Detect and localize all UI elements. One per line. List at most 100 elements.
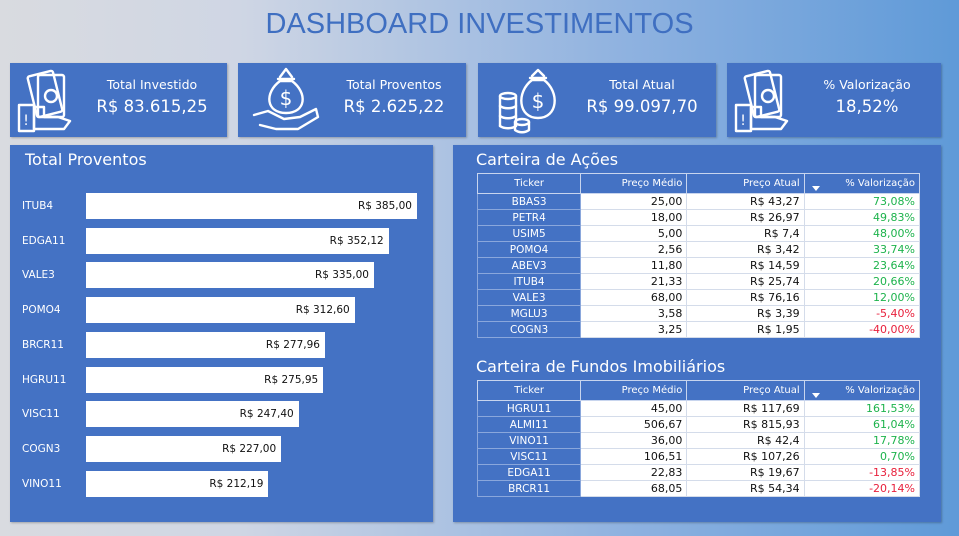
kpi-value: R$ 99.097,70 — [586, 97, 698, 116]
cell-valorizacao: -5,40% — [803, 305, 921, 322]
bar[interactable]: R$ 385,00 — [86, 193, 417, 219]
cell-ticker: POMO4 — [476, 241, 582, 258]
cell-preco-medio: 36,00 — [580, 432, 688, 449]
cell-ticker: ALMI11 — [476, 416, 582, 433]
kpi-label: Total Investido — [106, 77, 198, 92]
table-row[interactable]: COGN3 3,25 R$ 1,95 -40,00% — [476, 321, 921, 338]
cell-valorizacao: -40,00% — [803, 321, 921, 338]
cell-valorizacao: 20,66% — [803, 273, 921, 290]
bar-value-label: R$ 275,95 — [264, 373, 319, 386]
bar[interactable]: R$ 312,60 — [86, 297, 355, 324]
table-row[interactable]: HGRU11 45,00 R$ 117,69 161,53% — [476, 400, 921, 417]
bar[interactable]: R$ 275,95 — [86, 366, 324, 393]
cell-valorizacao: 33,74% — [803, 241, 921, 258]
column-header-valorizacao[interactable]: % Valorização — [803, 173, 921, 194]
bar[interactable]: R$ 247,40 — [86, 401, 299, 428]
table-row[interactable]: POMO4 2,56 R$ 3,42 33,74% — [476, 241, 921, 258]
bar[interactable]: R$ 277,96 — [86, 331, 325, 358]
bar-category-label: EDGA11 — [22, 234, 66, 247]
money-hand-icon: ! — [734, 69, 789, 133]
table-row[interactable]: ALMI11 506,67 R$ 815,93 61,04% — [476, 416, 921, 433]
table-row[interactable]: VISC11 106,51 R$ 107,26 0,70% — [476, 448, 921, 465]
kpi-value: R$ 83.615,25 — [96, 97, 208, 116]
table-row[interactable]: VALE3 68,00 R$ 76,16 12,00% — [476, 289, 921, 306]
bar-value-label: R$ 212,19 — [209, 477, 264, 490]
bar[interactable]: R$ 335,00 — [86, 262, 374, 289]
bar-value-label: R$ 277,96 — [265, 338, 320, 351]
kpi-value: R$ 2.625,22 — [343, 97, 445, 116]
bar-category-label: POMO4 — [22, 304, 61, 317]
cell-preco-medio: 68,05 — [580, 480, 688, 497]
table-row[interactable]: EDGA11 22,83 R$ 19,67 -13,85% — [476, 464, 921, 481]
bar-value-label: R$ 352,12 — [329, 234, 384, 247]
sort-descending-icon[interactable] — [811, 393, 820, 398]
acoes-table: Ticker Preço Médio Preço Atual % Valoriz… — [476, 173, 921, 338]
bar-category-label: HGRU11 — [22, 373, 67, 386]
cell-preco-atual: R$ 25,74 — [686, 273, 805, 290]
money-bag-hand-icon: $ — [252, 67, 320, 131]
column-header-preco-medio[interactable]: Preço Médio — [580, 173, 688, 194]
cell-preco-medio: 68,00 — [580, 289, 688, 306]
column-header-ticker[interactable]: Ticker — [476, 173, 582, 194]
money-hand-icon: ! — [17, 69, 72, 133]
table-row[interactable]: PETR4 18,00 R$ 26,97 49,83% — [476, 209, 921, 226]
column-header-preco-medio[interactable]: Preço Médio — [580, 380, 688, 401]
bar-category-label: VISC11 — [22, 408, 60, 421]
bar[interactable]: R$ 227,00 — [86, 435, 282, 462]
cell-preco-atual: R$ 107,26 — [686, 448, 805, 465]
cell-preco-atual: R$ 7,4 — [686, 225, 805, 242]
column-header-label: % Valorização — [845, 385, 915, 396]
cell-preco-medio: 5,00 — [580, 225, 688, 242]
cell-valorizacao: 48,00% — [803, 225, 921, 242]
bar-category-label: ITUB4 — [22, 200, 54, 212]
cell-ticker: PETR4 — [476, 209, 582, 226]
bar[interactable]: R$ 212,19 — [86, 470, 269, 497]
kpi-card-total-atual: $ Total Atual R$ 99.097,70 — [478, 63, 716, 137]
cell-preco-atual: R$ 1,95 — [686, 321, 805, 338]
bar-value-label: R$ 312,60 — [295, 304, 350, 317]
cell-preco-atual: R$ 43,27 — [686, 193, 805, 210]
sort-descending-icon[interactable] — [811, 186, 820, 191]
cell-valorizacao: -20,14% — [803, 480, 921, 497]
table-row[interactable]: VINO11 36,00 R$ 42,4 17,78% — [476, 432, 921, 449]
cell-valorizacao: 61,04% — [803, 416, 921, 433]
proventos-panel: Total Proventos ITUB4 R$ 385,00 EDGA11 R$ 3… — [10, 145, 433, 522]
bar[interactable]: R$ 352,12 — [86, 227, 389, 254]
cell-ticker: COGN3 — [476, 321, 582, 338]
table-row[interactable]: ITUB4 21,33 R$ 25,74 20,66% — [476, 273, 921, 290]
cell-preco-medio: 18,00 — [580, 209, 688, 226]
table-row[interactable]: BBAS3 25,00 R$ 43,27 73,08% — [476, 193, 921, 210]
kpi-label: Total Atual — [609, 77, 675, 92]
column-header-valorizacao[interactable]: % Valorização — [803, 380, 921, 401]
svg-text:!: ! — [23, 113, 29, 129]
bar-value-label: R$ 227,00 — [222, 442, 277, 455]
money-bag-coins-icon: $ — [498, 68, 556, 134]
column-header-preco-atual[interactable]: Preço Atual — [686, 380, 805, 401]
svg-text:$: $ — [280, 86, 293, 110]
table-row[interactable]: USIM5 5,00 R$ 7,4 48,00% — [476, 225, 921, 242]
cell-preco-atual: R$ 815,93 — [686, 416, 805, 433]
kpi-label: % Valorização — [823, 77, 911, 92]
column-header-preco-atual[interactable]: Preço Atual — [686, 173, 805, 194]
cell-ticker: EDGA11 — [476, 464, 582, 481]
table-row[interactable]: MGLU3 3,58 R$ 3,39 -5,40% — [476, 305, 921, 322]
cell-ticker: VALE3 — [476, 289, 582, 306]
cell-preco-atual: R$ 42,4 — [686, 432, 805, 449]
cell-valorizacao: 73,08% — [803, 193, 921, 210]
cell-valorizacao: 161,53% — [803, 400, 921, 417]
table-row[interactable]: BRCR11 68,05 R$ 54,34 -20,14% — [476, 480, 921, 497]
bar-category-label: VALE3 — [22, 269, 55, 282]
cell-preco-medio: 11,80 — [580, 257, 688, 274]
column-header-ticker[interactable]: Ticker — [476, 380, 582, 401]
cell-valorizacao: 0,70% — [803, 448, 921, 465]
table-row[interactable]: ABEV3 11,80 R$ 14,59 23,64% — [476, 257, 921, 274]
cell-ticker: VINO11 — [476, 432, 582, 449]
cell-valorizacao: 49,83% — [803, 209, 921, 226]
bar-value-label: R$ 335,00 — [314, 269, 369, 282]
cell-ticker: MGLU3 — [476, 305, 582, 322]
cell-preco-atual: R$ 3,42 — [686, 241, 805, 258]
cell-preco-atual: R$ 26,97 — [686, 209, 805, 226]
kpi-card-valorizacao: ! % Valorização 18,52% — [727, 63, 941, 137]
cell-preco-medio: 3,58 — [580, 305, 688, 322]
cell-preco-medio: 22,83 — [580, 464, 688, 481]
